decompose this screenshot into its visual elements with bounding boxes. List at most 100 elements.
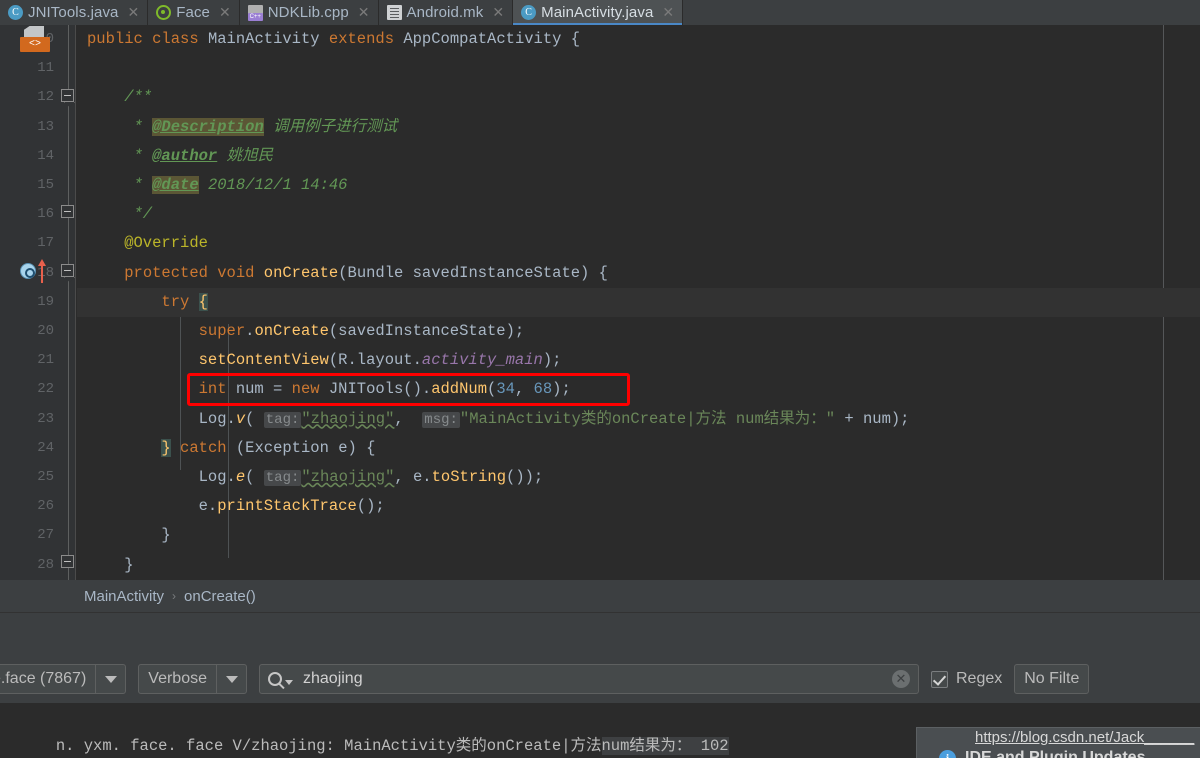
tab-label: Android.mk	[406, 4, 484, 21]
line-number: 14	[37, 147, 54, 164]
param-hint-tag: tag:	[263, 411, 302, 428]
param-hint-msg: msg:	[422, 411, 460, 428]
logcat-search-input[interactable]: zhaojing ✕	[259, 664, 919, 694]
close-icon[interactable]: ✕	[492, 4, 504, 21]
code-line-19: try {	[77, 287, 1200, 317]
override-method-icon[interactable]	[20, 263, 36, 279]
makefile-icon	[386, 5, 402, 20]
line-number: 24	[37, 439, 54, 456]
code-line-17: @Override	[87, 234, 208, 253]
javadoc-date-text: 2018/12/1 14:46	[207, 176, 348, 194]
log-entry-result: num结果为： 102	[601, 737, 729, 755]
notification-popup[interactable]: https://blog.csdn.net/Jack______ i IDE a…	[916, 727, 1200, 758]
editor-tab-bar: C JNITools.java ✕ Face ✕ NDKLib.cpp ✕ An…	[0, 0, 1200, 25]
close-icon[interactable]: ✕	[662, 4, 674, 21]
line-number: 25	[37, 469, 54, 485]
code-folding-column[interactable]	[60, 25, 76, 580]
log-level-label: Verbose	[148, 670, 207, 687]
tab-label: MainActivity.java	[541, 4, 654, 21]
search-value: zhaojing	[303, 670, 363, 687]
code-line-21: setContentView(R.layout.activity_main);	[198, 351, 562, 370]
line-number: 17	[37, 235, 54, 252]
line-number: 26	[37, 498, 54, 515]
code-text-area[interactable]: public class MainActivity extends AppCom…	[77, 25, 1200, 580]
line-number: 11	[37, 60, 54, 77]
close-icon[interactable]: ✕	[128, 4, 140, 21]
notification-title: IDE and Plugin Updates	[965, 749, 1146, 758]
code-line-25: Log.e( tag: "zhaojing", e.toString());	[198, 468, 544, 486]
code-line-27: }	[87, 526, 171, 545]
code-line-18: protected void onCreate(Bundle savedInst…	[124, 263, 608, 282]
tab-jnitools-java[interactable]: C JNITools.java ✕	[0, 0, 149, 25]
checkbox-icon[interactable]	[931, 670, 948, 688]
tab-label: JNITools.java	[28, 4, 119, 21]
chevron-down-icon[interactable]	[285, 679, 293, 685]
close-icon[interactable]: ✕	[219, 4, 231, 21]
watermark-url: https://blog.csdn.net/Jack______	[975, 729, 1195, 746]
logcat-toolbar: ce.face (7867) Verbose zhaojing ✕ Regex …	[0, 655, 1200, 703]
info-icon: i	[939, 750, 956, 758]
breadcrumb-class[interactable]: MainActivity	[84, 588, 164, 605]
code-line-23: Log.v( tag: "zhaojing", msg: "MainActivity…	[198, 409, 910, 428]
tab-label: NDKLib.cpp	[267, 4, 349, 21]
java-class-icon: C	[8, 5, 23, 20]
process-selector[interactable]: ce.face (7867)	[0, 664, 127, 694]
search-icon	[268, 672, 282, 686]
log-level-selector[interactable]: Verbose	[138, 664, 247, 694]
line-number: 27	[37, 527, 54, 544]
modified-file-icon: <>	[20, 26, 50, 54]
java-class-icon: C	[521, 5, 537, 20]
line-number: 12	[37, 89, 54, 106]
fold-toggle-javadoc-end[interactable]	[61, 205, 74, 218]
clear-search-icon[interactable]: ✕	[892, 670, 910, 688]
code-line-10: public class MainActivity extends AppCom…	[87, 30, 581, 48]
param-hint-tag: tag:	[263, 470, 302, 486]
line-number: 13	[37, 118, 54, 135]
regex-checkbox[interactable]: Regex	[931, 670, 1002, 688]
javadoc-author-tag: @author	[152, 146, 218, 165]
code-editor[interactable]: 10 11 12 13 14 15 16 17 18 19 20 21 22 2…	[0, 25, 1200, 580]
editor-gutter[interactable]: 10 11 12 13 14 15 16 17 18 19 20 21 22 2…	[0, 25, 60, 580]
chevron-down-icon[interactable]	[216, 665, 246, 693]
code-line-28: }	[87, 555, 134, 574]
line-number: 21	[37, 352, 54, 369]
cpp-file-icon	[247, 5, 263, 21]
javadoc-date-tag: @date	[152, 176, 199, 194]
tab-android-mk[interactable]: Android.mk ✕	[379, 0, 514, 25]
tab-label: Face	[176, 4, 210, 21]
line-number: 16	[37, 206, 54, 223]
log-entry-prefix: n. yxm. face. face V/zhaojing: MainActiv…	[55, 737, 602, 755]
javadoc-author-text: 姚旭民	[226, 146, 274, 165]
android-face-icon	[156, 5, 172, 20]
log-entry: n. yxm. face. face V/zhaojing: MainActiv…	[0, 715, 729, 758]
breadcrumb[interactable]: MainActivity › onCreate()	[0, 580, 1200, 612]
code-line-16: */	[87, 205, 153, 224]
breadcrumb-method[interactable]: onCreate()	[184, 588, 256, 605]
code-line-20: super.onCreate(savedInstanceState);	[198, 322, 525, 340]
javadoc-description-text: 调用例子进行测试	[273, 117, 398, 136]
code-line-14: * @author 姚旭民	[87, 146, 274, 165]
line-number: 20	[37, 323, 54, 339]
panel-splitter[interactable]	[0, 612, 1200, 655]
tab-ndklib-cpp[interactable]: NDKLib.cpp ✕	[240, 0, 379, 25]
fold-toggle-oncreate[interactable]	[61, 264, 74, 277]
line-number: 19	[37, 293, 54, 310]
line-number: 22	[37, 381, 54, 398]
close-icon[interactable]: ✕	[358, 4, 370, 21]
chevron-right-icon: ›	[172, 589, 177, 603]
code-line-24: } catch (Exception e) {	[161, 438, 376, 457]
regex-label: Regex	[956, 670, 1003, 687]
code-line-15: * @date 2018/12/1 14:46	[87, 176, 348, 194]
javadoc-description-tag: @Description	[152, 117, 264, 136]
chevron-down-icon[interactable]	[95, 665, 125, 693]
android-studio-window: C JNITools.java ✕ Face ✕ NDKLib.cpp ✕ An…	[0, 0, 1200, 758]
code-line-26: e.printStackTrace();	[87, 497, 385, 516]
implementing-arrow-icon	[38, 259, 47, 283]
tab-mainactivity-java[interactable]: C MainActivity.java ✕	[513, 0, 684, 25]
fold-toggle-javadoc[interactable]	[61, 89, 74, 102]
tab-face[interactable]: Face ✕	[148, 0, 240, 25]
code-line-13: * @Description 调用例子进行测试	[87, 117, 398, 136]
fold-toggle-class-end[interactable]	[61, 555, 74, 568]
filter-selector[interactable]: No Filte	[1014, 664, 1090, 694]
